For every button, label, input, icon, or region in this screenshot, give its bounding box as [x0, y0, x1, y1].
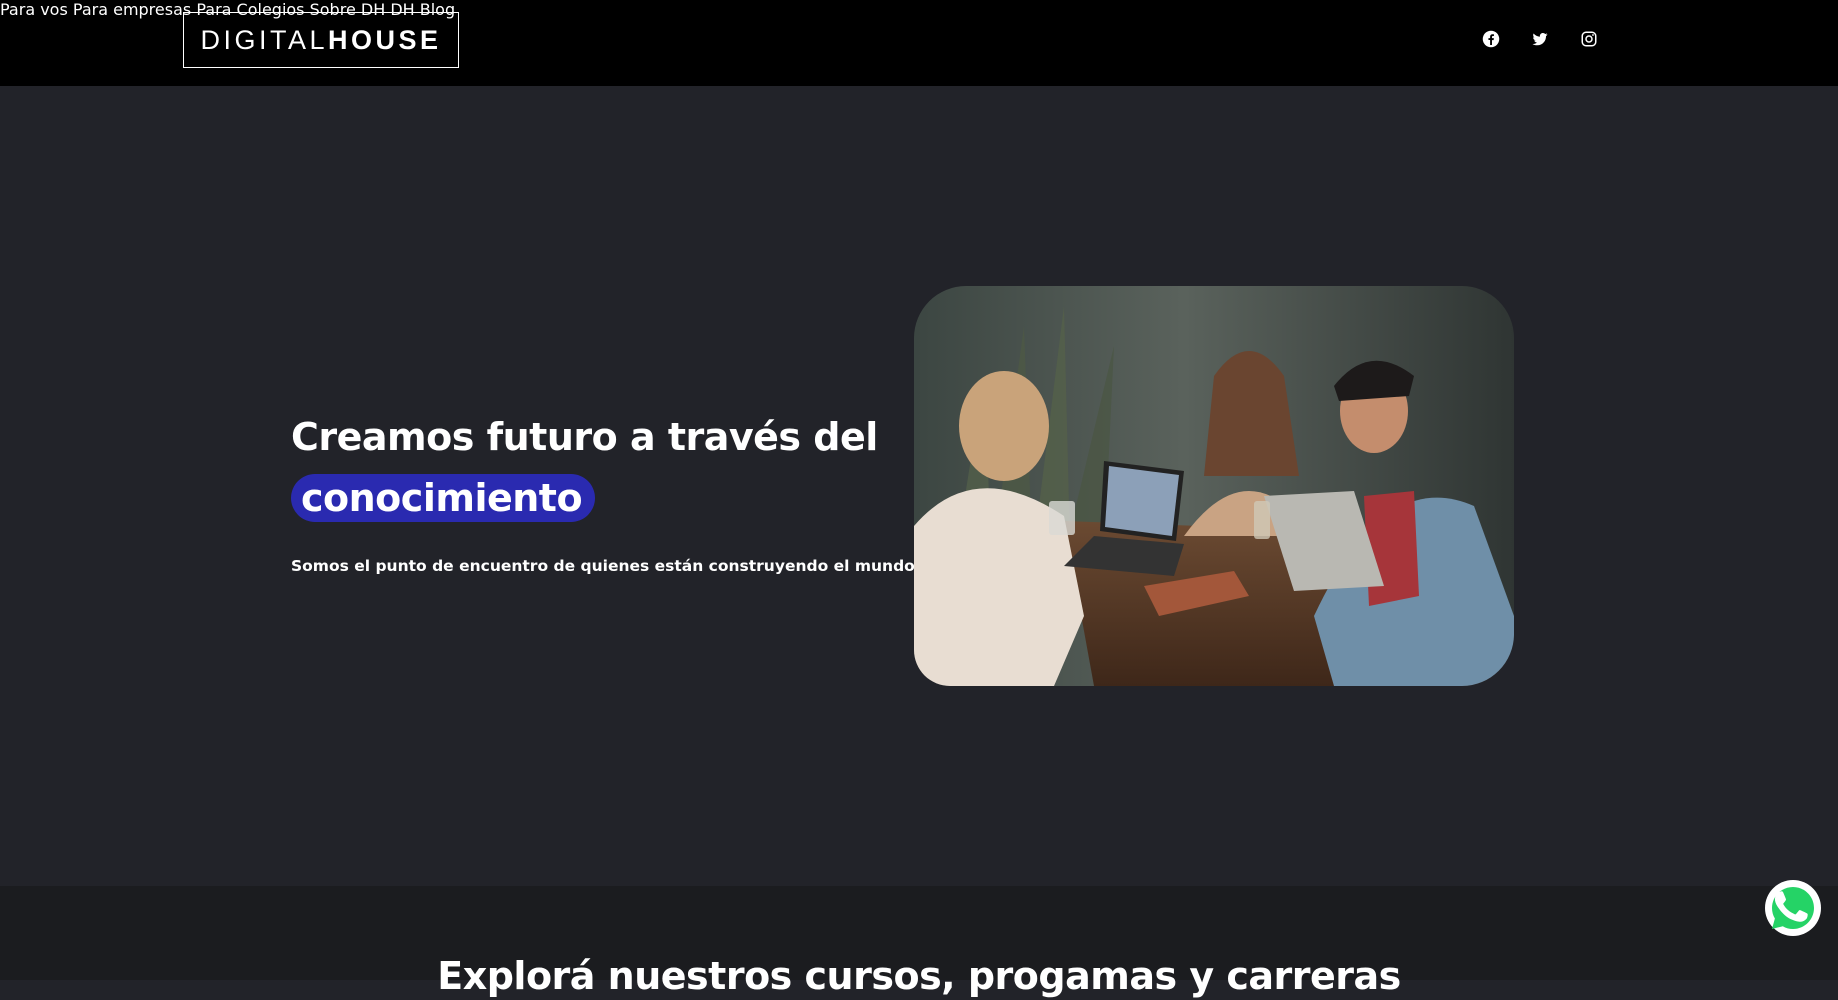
explore-section-title: Explorá nuestros cursos, progamas y carr…	[437, 954, 1401, 998]
hero-photo-people-with-laptops	[914, 286, 1514, 686]
whatsapp-icon	[1766, 881, 1820, 935]
nav-link-para-empresas[interactable]: Para empresas	[73, 0, 191, 19]
instagram-icon[interactable]	[1580, 30, 1600, 50]
explore-section: Explorá nuestros cursos, progamas y carr…	[0, 886, 1838, 998]
twitter-icon[interactable]	[1531, 30, 1551, 50]
logo-text-light: DIGITAL	[200, 24, 328, 55]
hero-title: Creamos futuro a través del	[291, 415, 878, 459]
nav-link-para-vos[interactable]: Para vos	[0, 0, 68, 19]
digitalhouse-logo[interactable]: DIGITAL HOUSE	[183, 12, 459, 68]
whatsapp-button[interactable]	[1765, 880, 1821, 936]
hero-subtitle: Somos el punto de encuentro de quienes e…	[291, 557, 983, 575]
site-header: DIGITAL HOUSE Para vos Para empresas Para…	[0, 0, 1838, 86]
facebook-icon[interactable]	[1482, 30, 1502, 50]
logo-text-bold: HOUSE	[328, 24, 442, 55]
hero-title-highlight: conocimiento	[291, 474, 596, 522]
